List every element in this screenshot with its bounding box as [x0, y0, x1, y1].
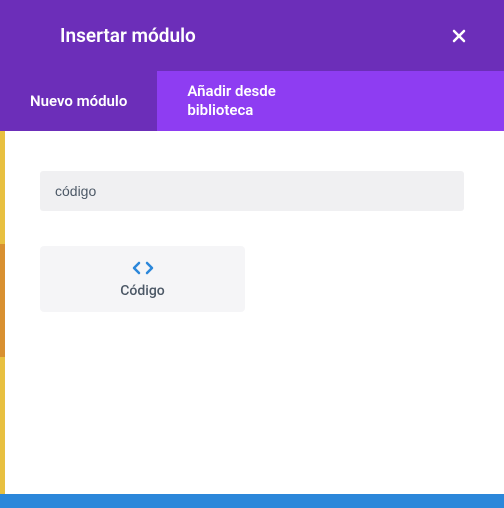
modal-title: Insertar módulo [60, 24, 196, 47]
modal-header: Insertar módulo [0, 0, 504, 71]
modal-body: Código [0, 131, 504, 508]
search-input[interactable] [40, 171, 464, 211]
left-edge-decoration [0, 131, 5, 508]
tabs-container: Nuevo módulo Añadir desde biblioteca [0, 71, 504, 131]
close-button[interactable] [444, 21, 474, 51]
module-label: Código [120, 283, 164, 299]
insert-module-modal: Insertar módulo Nuevo módulo Añadir desd… [0, 0, 504, 508]
close-icon [451, 28, 467, 44]
tab-from-library[interactable]: Añadir desde biblioteca [157, 71, 305, 131]
code-icon [132, 260, 154, 276]
tab-label: Añadir desde biblioteca [187, 82, 275, 120]
tab-label: Nuevo módulo [30, 92, 127, 110]
module-code[interactable]: Código [40, 246, 245, 312]
tab-new-module[interactable]: Nuevo módulo [0, 71, 157, 131]
bottom-edge-decoration [0, 494, 504, 508]
module-grid: Código [40, 246, 464, 312]
